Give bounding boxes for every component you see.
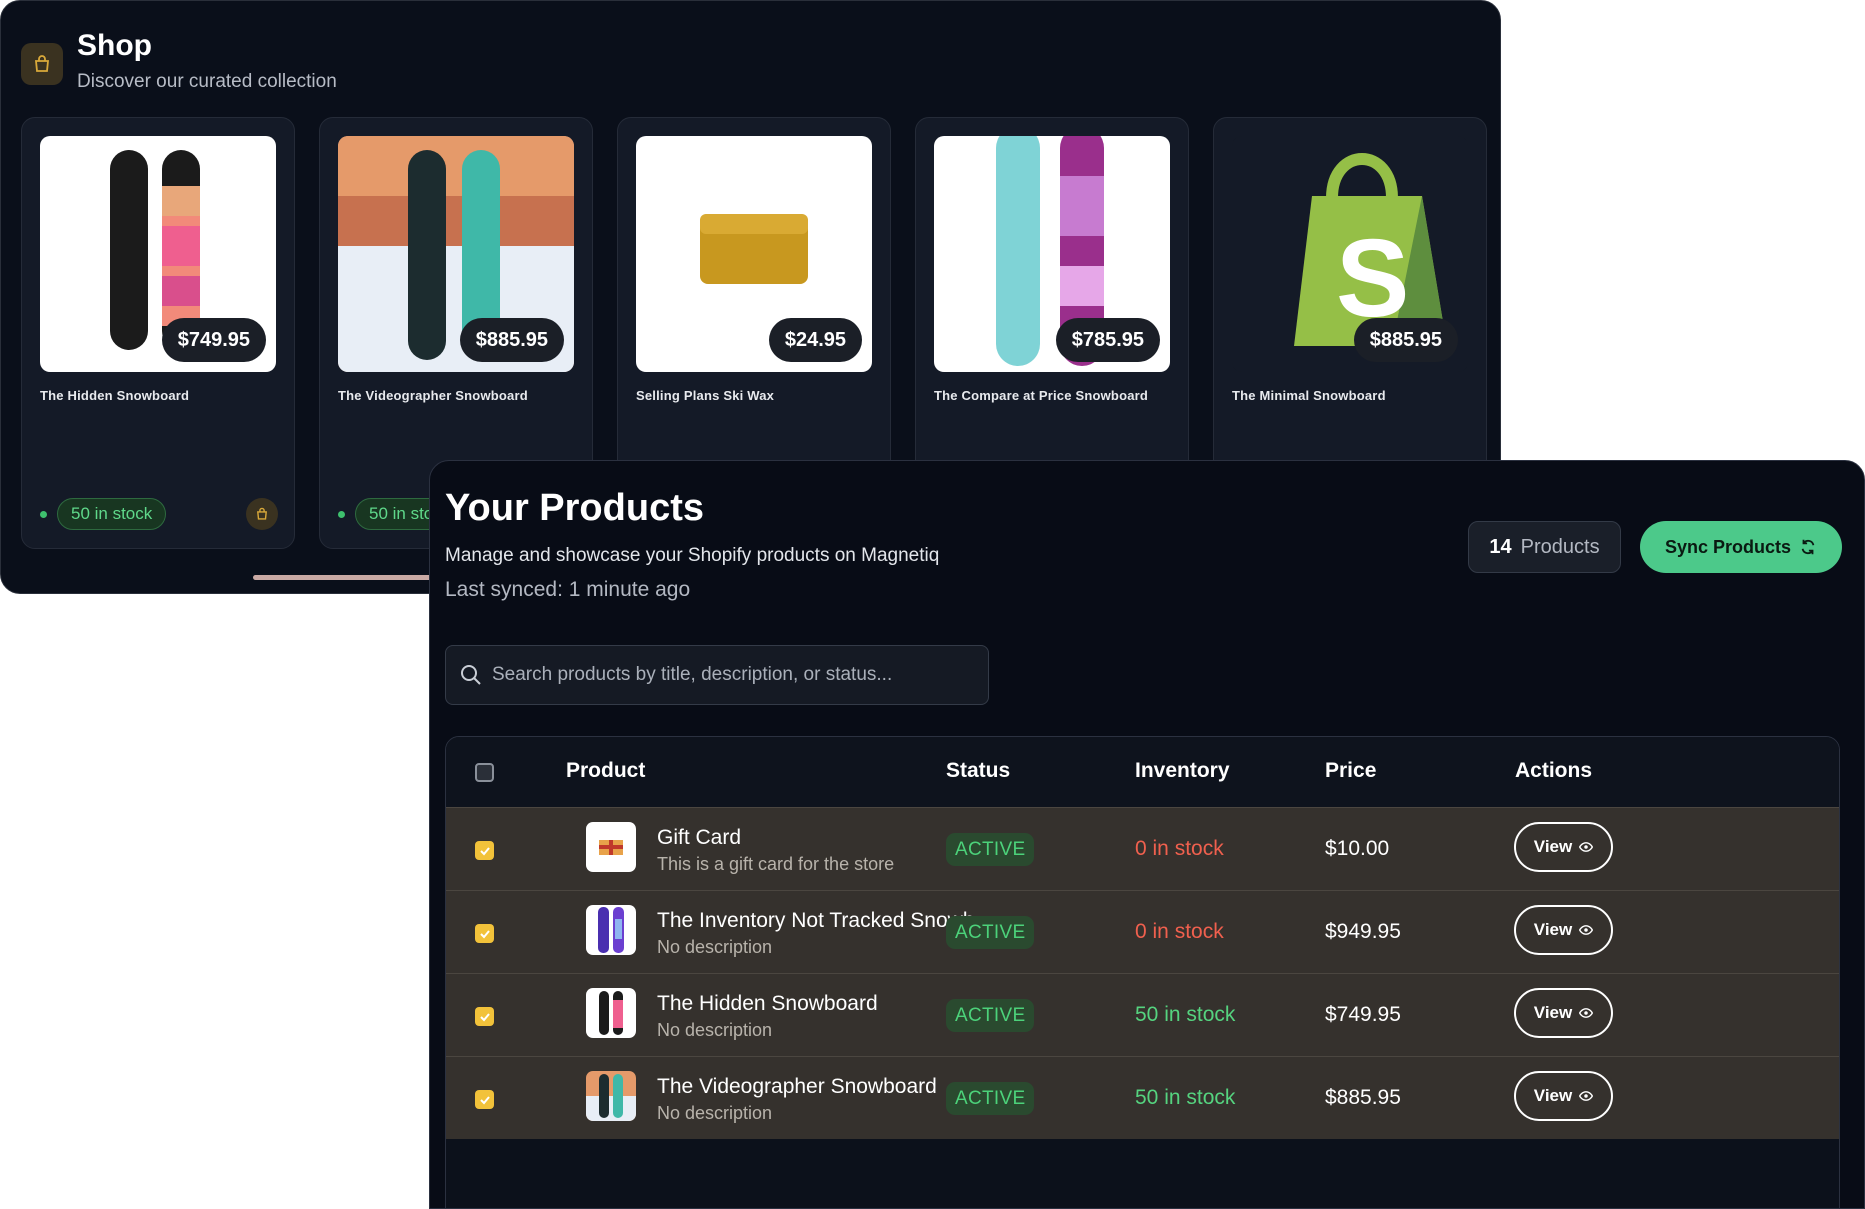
row-checkbox[interactable] — [475, 924, 494, 943]
product-image: $885.95 — [338, 136, 574, 372]
product-image: $749.95 — [40, 136, 276, 372]
product-card-name: The Videographer Snowboard — [338, 388, 528, 403]
table-row[interactable]: The Inventory Not Tracked Snowb... No de… — [446, 890, 1839, 973]
search-box[interactable] — [445, 645, 989, 705]
column-header-actions: Actions — [1515, 759, 1593, 782]
search-icon — [461, 665, 481, 685]
status-badge: ACTIVE — [946, 833, 1035, 866]
product-image: S $885.95 — [1232, 136, 1468, 372]
view-button-label: View — [1533, 1086, 1573, 1105]
column-header-price[interactable]: Price — [1325, 759, 1376, 783]
row-checkbox[interactable] — [475, 1007, 494, 1026]
page-subtitle: Manage and showcase your Shopify product… — [445, 545, 940, 566]
in-stock-dot — [338, 510, 345, 518]
page-title: Your Products — [445, 487, 704, 529]
price-value: $10.00 — [1325, 837, 1390, 860]
eye-icon — [1579, 1008, 1594, 1018]
check-icon — [479, 929, 490, 938]
products-panel: Your Products Manage and showcase your S… — [429, 460, 1865, 1209]
product-name: Gift Card — [657, 826, 742, 849]
inventory-value: 0 in stock — [1135, 920, 1224, 943]
product-thumbnail — [586, 822, 636, 872]
product-name: The Hidden Snowboard — [657, 992, 878, 1015]
last-synced-text: Last synced: 1 minute ago — [445, 578, 691, 601]
price-badge: $749.95 — [161, 318, 266, 362]
product-thumbnail — [586, 905, 636, 955]
product-description: This is a gift card for the store — [657, 854, 895, 874]
product-card-name: Selling Plans Ski Wax — [636, 388, 775, 403]
inventory-value: 50 in stock — [1135, 1003, 1236, 1026]
stock-badge: 50 in stock — [57, 498, 167, 530]
price-value: $885.95 — [1325, 1086, 1401, 1109]
table-row[interactable]: Gift Card This is a gift card for the st… — [446, 807, 1839, 890]
stock-indicator: 50 in stock — [40, 498, 167, 530]
in-stock-dot — [40, 510, 47, 518]
column-header-product[interactable]: Product — [566, 759, 645, 783]
column-header-inventory[interactable]: Inventory — [1135, 759, 1230, 783]
shop-header: Shop Discover our curated collection — [21, 29, 337, 93]
view-button-label: View — [1533, 837, 1573, 856]
product-thumbnail — [586, 1071, 636, 1121]
table-row[interactable]: The Hidden Snowboard No description ACTI… — [446, 973, 1839, 1056]
price-badge: $885.95 — [459, 318, 564, 362]
eye-icon — [1579, 842, 1594, 852]
product-card-name: The Hidden Snowboard — [40, 388, 190, 403]
view-button[interactable]: View — [1514, 988, 1613, 1038]
check-icon — [479, 846, 490, 855]
shopping-bag-icon — [21, 43, 63, 85]
select-all-checkbox[interactable] — [475, 763, 494, 782]
product-name: The Videographer Snowboard — [657, 1075, 937, 1098]
add-to-bag-button[interactable] — [246, 498, 278, 530]
price-badge: $885.95 — [1353, 318, 1458, 362]
status-badge: ACTIVE — [946, 916, 1035, 949]
row-checkbox[interactable] — [475, 1090, 494, 1109]
status-badge: ACTIVE — [946, 999, 1035, 1032]
price-badge: $785.95 — [1055, 318, 1160, 362]
product-description: No description — [657, 937, 773, 957]
product-name: The Inventory Not Tracked Snowb... — [657, 909, 992, 932]
view-button[interactable]: View — [1514, 905, 1613, 955]
view-button-label: View — [1533, 920, 1573, 939]
inventory-value: 0 in stock — [1135, 837, 1224, 860]
eye-icon — [1579, 1091, 1594, 1101]
table-header: Product Status Inventory Price Actions — [446, 737, 1839, 807]
refresh-icon — [1801, 539, 1815, 555]
product-card-name: The Compare at Price Snowboard — [934, 388, 1149, 403]
eye-icon — [1579, 925, 1594, 935]
product-image: $24.95 — [636, 136, 872, 372]
product-count: 14 — [1489, 535, 1512, 558]
table-row[interactable]: The Videographer Snowboard No descriptio… — [446, 1056, 1839, 1139]
product-image: $785.95 — [934, 136, 1170, 372]
search-input[interactable] — [492, 664, 988, 686]
price-badge: $24.95 — [768, 318, 862, 362]
product-count-badge: 14 Products — [1468, 521, 1621, 573]
check-icon — [479, 1095, 490, 1104]
row-checkbox[interactable] — [475, 841, 494, 860]
sync-products-label: Sync Products — [1664, 536, 1792, 557]
product-description: No description — [657, 1103, 773, 1123]
view-button-label: View — [1533, 1003, 1573, 1022]
shop-subtitle: Discover our curated collection — [77, 71, 337, 92]
product-description: No description — [657, 1020, 773, 1040]
price-value: $749.95 — [1325, 1003, 1401, 1026]
products-table: Product Status Inventory Price Actions G… — [445, 736, 1840, 1208]
shop-title: Shop — [77, 29, 152, 62]
product-card[interactable]: $749.95 The Hidden Snowboard 50 in stock — [21, 117, 295, 549]
product-count-label: Products — [1520, 535, 1600, 558]
sync-products-button[interactable]: Sync Products — [1640, 521, 1842, 573]
product-thumbnail — [586, 988, 636, 1038]
inventory-value: 50 in stock — [1135, 1086, 1236, 1109]
check-icon — [479, 1012, 490, 1021]
price-value: $949.95 — [1325, 920, 1401, 943]
view-button[interactable]: View — [1514, 1071, 1613, 1121]
column-header-status[interactable]: Status — [946, 759, 1010, 783]
product-card-name: The Minimal Snowboard — [1232, 388, 1386, 403]
view-button[interactable]: View — [1514, 822, 1613, 872]
status-badge: ACTIVE — [946, 1082, 1035, 1115]
